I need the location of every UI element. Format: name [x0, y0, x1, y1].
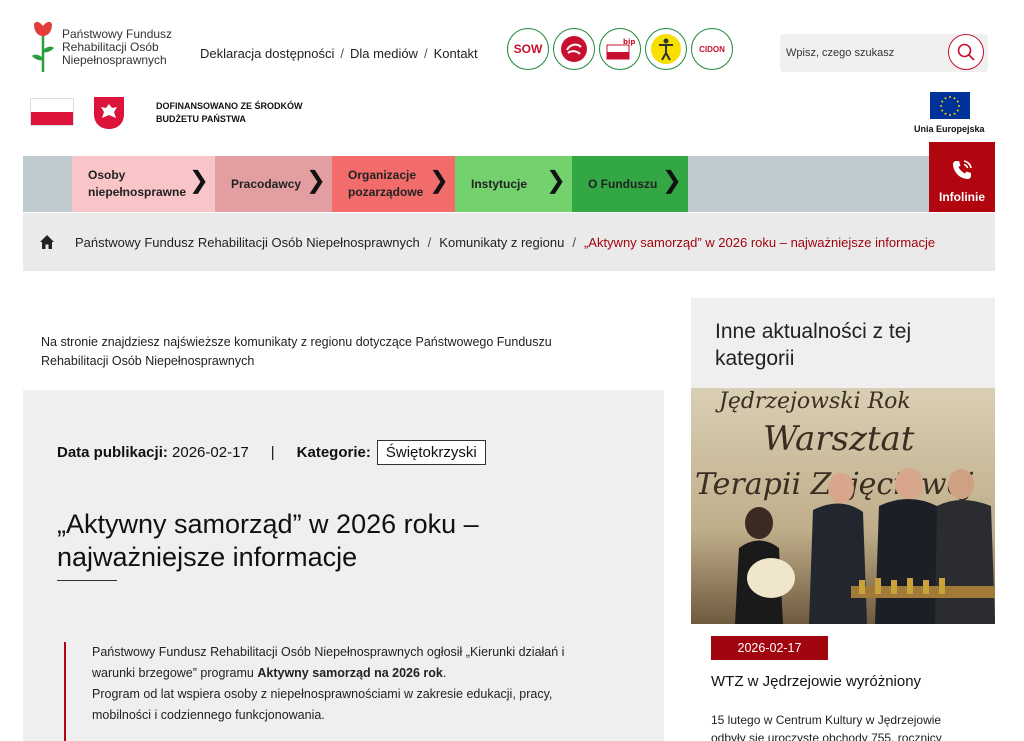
link-accessibility[interactable]: Deklaracja dostępności [200, 46, 334, 61]
nav-label: Instytucje [471, 176, 528, 191]
funding-line: BUDŻETU PAŃSTWA [156, 114, 246, 124]
infolinie-button[interactable]: Infolinie [929, 142, 995, 212]
pfron-logo[interactable]: Państwowy Fundusz Rehabilitacji Osób Nie… [30, 18, 172, 74]
top-navigation: Deklaracja dostępności / Dla mediów / Ko… [200, 46, 478, 61]
eu-stars-icon [940, 95, 960, 116]
separator: | [270, 444, 275, 461]
date-label: Data publikacji: [57, 444, 168, 461]
news-excerpt: 15 lutego w Centrum Kultury w Jędrzejowi… [711, 713, 942, 741]
nav-label: Osoby [88, 168, 126, 182]
service-badges: SOW bip CIDON [507, 28, 733, 70]
intro-text: Na stronie znajdziesz najświeższe komuni… [41, 335, 552, 368]
phone-icon [953, 160, 972, 179]
program-name: Aktywny samorząd na 2026 rok [257, 666, 443, 680]
news-photo[interactable]: Jędrzejowski Rok Warsztat Terapii Zajęci… [691, 388, 995, 624]
separator: / [572, 234, 576, 250]
category-tag[interactable]: Świętokrzyski [376, 440, 486, 465]
chevron-right-icon: ❯ [188, 167, 209, 194]
breadcrumb-item[interactable]: Komunikaty z regionu [439, 235, 564, 250]
nav-employers[interactable]: Pracodawcy ❯ [215, 156, 332, 212]
article-title: „Aktywny samorząd” w 2026 roku – najważn… [57, 509, 479, 572]
search-box [780, 34, 988, 72]
cidon-label: CIDON [699, 44, 725, 54]
article-paragraph: Państwowy Fundusz Rehabilitacji Osób Nie… [92, 642, 584, 684]
nav-label: O Funduszu [588, 176, 658, 191]
nav-disabled-persons[interactable]: Osoby niepełnosprawne ❯ [72, 156, 215, 212]
separator: / [340, 46, 345, 61]
home-icon[interactable] [39, 234, 55, 250]
sow-label: SOW [513, 42, 543, 56]
separator: / [427, 234, 432, 250]
nav-institutions[interactable]: Instytucje ❯ [455, 156, 572, 212]
tulip-logo-icon [30, 18, 56, 74]
breadcrumb-current: „Aktywny samorząd” w 2026 roku – najważn… [583, 234, 936, 250]
nav-label: pozarządowe [348, 185, 424, 199]
title-divider [57, 580, 117, 581]
search-input[interactable] [786, 42, 936, 64]
banner-text: Jędrzejowski Rok [715, 389, 911, 414]
sidebar-heading: Inne aktualności z tej kategorii [715, 320, 912, 370]
nav-label: Organizacje [348, 168, 417, 182]
article-body: Państwowy Fundusz Rehabilitacji Osób Nie… [64, 642, 584, 741]
paragraph-text: . [442, 666, 447, 680]
breadcrumb: Państwowy Fundusz Rehabilitacji Osób Nie… [23, 213, 995, 271]
link-media[interactable]: Dla mediów [350, 46, 418, 61]
eu-flag [930, 92, 970, 119]
polish-emblem-icon [94, 97, 124, 129]
bip-icon[interactable]: bip [599, 28, 641, 70]
easy-read-icon[interactable] [645, 28, 687, 70]
nav-label: Pracodawcy [231, 176, 302, 191]
nav-label: niepełnosprawne [88, 185, 187, 199]
sow-badge[interactable]: SOW [507, 28, 549, 70]
news-title-link[interactable]: WTZ w Jędrzejowie wyróżniony [711, 673, 921, 690]
link-contact[interactable]: Kontakt [434, 46, 478, 61]
chevron-right-icon: ❯ [428, 167, 449, 194]
eu-label: Unia Europejska [914, 124, 985, 134]
funding-line: DOFINANSOWANO ZE ŚRODKÓW [156, 101, 303, 111]
main-navigation: Osoby niepełnosprawne ❯ Pracodawcy ❯ Orga… [23, 156, 995, 212]
publication-date: 2026-02-17 [172, 444, 249, 461]
funding-notice: DOFINANSOWANO ZE ŚRODKÓW BUDŻETU PAŃSTWA [156, 100, 303, 126]
breadcrumb-item[interactable]: Państwowy Fundusz Rehabilitacji Osób Nie… [75, 235, 420, 250]
chevron-right-icon: ❯ [661, 167, 682, 194]
separator: / [423, 46, 428, 61]
sign-language-icon[interactable] [553, 28, 595, 70]
article: Data publikacji: 2026-02-17 | Kategorie:… [23, 390, 664, 741]
nav-ngos[interactable]: Organizacje pozarządowe ❯ [332, 156, 455, 212]
search-button[interactable] [948, 34, 984, 70]
article-paragraph: Program od lat wspiera osoby z niepełnos… [92, 687, 553, 722]
bip-label: bip [623, 38, 635, 46]
sidebar-header: Inne aktualności z tej kategorii [691, 298, 995, 388]
polish-flag [30, 98, 74, 126]
cidon-badge[interactable]: CIDON [691, 28, 733, 70]
news-date-badge: 2026-02-17 [711, 636, 828, 660]
search-icon [957, 43, 975, 61]
chevron-right-icon: ❯ [305, 167, 326, 194]
chevron-right-icon: ❯ [545, 167, 566, 194]
nav-about-fund[interactable]: O Funduszu ❯ [572, 156, 688, 212]
category-label: Kategorie: [296, 444, 371, 461]
banner-text: Warsztat [763, 419, 915, 459]
infolinie-label: Infolinie [939, 190, 985, 204]
logo-line: Niepełnosprawnych [62, 53, 167, 67]
article-meta: Data publikacji: 2026-02-17 | Kategorie:… [57, 440, 486, 465]
